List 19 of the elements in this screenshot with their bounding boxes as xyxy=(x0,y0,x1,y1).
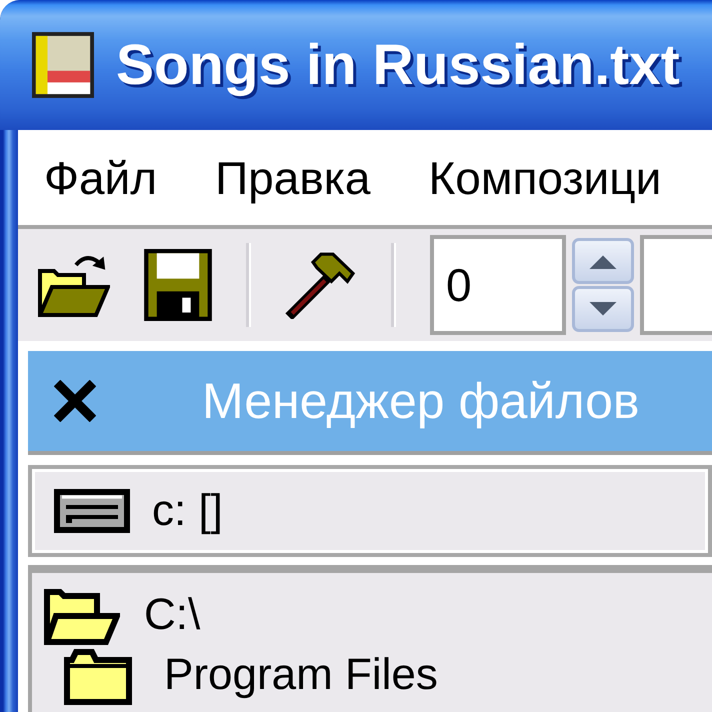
menu-item[interactable]: Правка xyxy=(211,150,374,204)
tree-item[interactable]: Program Files xyxy=(64,645,712,705)
panel-title: Менеджер файлов xyxy=(202,372,640,430)
tree-item[interactable]: C:\ xyxy=(44,585,712,645)
open-folder-icon[interactable] xyxy=(38,253,110,317)
spin-up-button[interactable] xyxy=(572,238,634,284)
number-field[interactable]: 0 xyxy=(430,235,566,335)
hammer-icon[interactable] xyxy=(285,251,357,319)
menu-item[interactable]: Файл xyxy=(40,150,162,204)
menu-item[interactable]: Композици xyxy=(424,150,666,204)
window-title: Songs in Russian.txt xyxy=(116,32,680,98)
drive-dropdown[interactable]: c: [] xyxy=(28,465,712,557)
drive-icon xyxy=(54,489,130,533)
close-icon xyxy=(54,380,96,422)
spin-down-button[interactable] xyxy=(572,286,634,332)
caret-down-icon xyxy=(588,302,618,316)
notebook-icon xyxy=(32,32,94,98)
caret-up-icon xyxy=(588,254,618,268)
save-icon[interactable] xyxy=(144,249,212,321)
